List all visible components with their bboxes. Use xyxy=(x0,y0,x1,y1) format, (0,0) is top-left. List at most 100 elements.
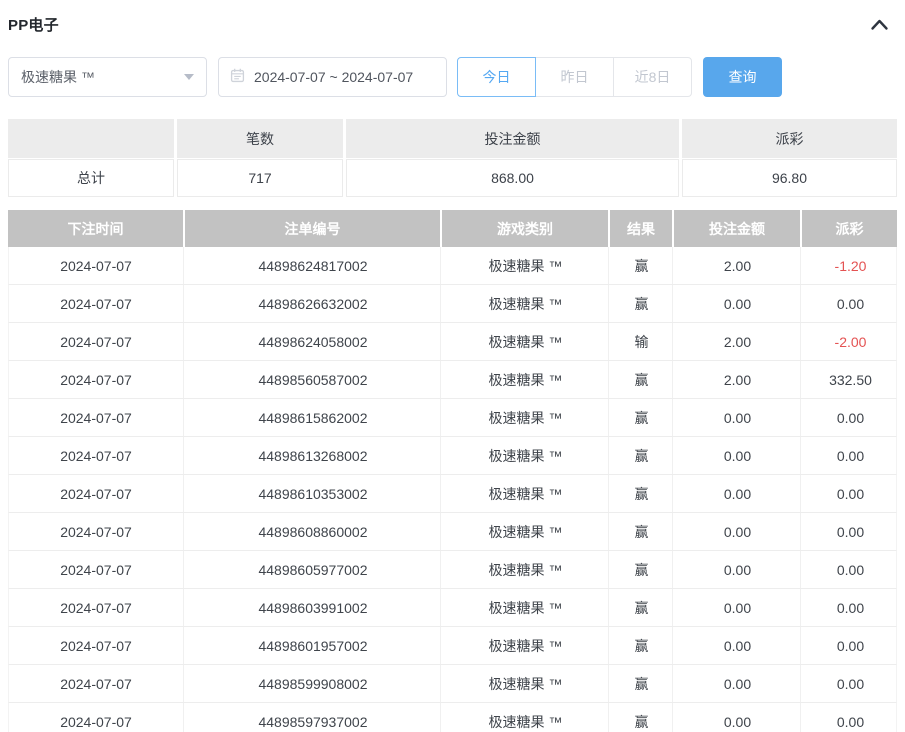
cell-bet-id: 44898626632002 xyxy=(186,285,441,322)
cell-bet-id: 44898601957002 xyxy=(186,627,441,664)
table-row: 2024-07-07 44898560587002 极速糖果 ™ 赢 2.00 … xyxy=(8,361,897,399)
cell-bet-time: 2024-07-07 xyxy=(9,703,184,732)
table-row: 2024-07-07 44898603991002 极速糖果 ™ 赢 0.00 … xyxy=(8,589,897,627)
cell-bet-amount: 0.00 xyxy=(675,703,801,732)
cell-game-type: 极速糖果 ™ xyxy=(443,589,609,626)
cell-bet-id: 44898610353002 xyxy=(186,475,441,512)
table-row: 2024-07-07 44898613268002 极速糖果 ™ 赢 0.00 … xyxy=(8,437,897,475)
cell-payout: 0.00 xyxy=(803,665,898,702)
search-button[interactable]: 查询 xyxy=(703,57,782,97)
chevron-down-icon xyxy=(184,74,194,80)
summary-header-row: 笔数 投注金额 派彩 xyxy=(8,119,897,158)
cell-game-type: 极速糖果 ™ xyxy=(443,551,609,588)
cell-result: 赢 xyxy=(611,551,673,588)
cell-result: 赢 xyxy=(611,399,673,436)
table-row: 2024-07-07 44898608860002 极速糖果 ™ 赢 0.00 … xyxy=(8,513,897,551)
col-result: 结果 xyxy=(610,210,672,247)
date-range-value: 2024-07-07 ~ 2024-07-07 xyxy=(254,69,413,85)
calendar-icon xyxy=(230,68,245,86)
cell-payout: 0.00 xyxy=(803,513,898,550)
cell-payout: -2.00 xyxy=(803,323,898,360)
cell-game-type: 极速糖果 ™ xyxy=(443,323,609,360)
col-bet-amount: 投注金额 xyxy=(674,210,800,247)
cell-bet-amount: 0.00 xyxy=(675,589,801,626)
cell-bet-amount: 0.00 xyxy=(675,665,801,702)
cell-result: 赢 xyxy=(611,627,673,664)
cell-result: 赢 xyxy=(611,665,673,702)
cell-game-type: 极速糖果 ™ xyxy=(443,437,609,474)
cell-bet-id: 44898560587002 xyxy=(186,361,441,398)
cell-bet-id: 44898597937002 xyxy=(186,703,441,732)
cell-game-type: 极速糖果 ™ xyxy=(443,475,609,512)
cell-game-type: 极速糖果 ™ xyxy=(443,361,609,398)
cell-game-type: 极速糖果 ™ xyxy=(443,399,609,436)
cell-game-type: 极速糖果 ™ xyxy=(443,703,609,732)
chevron-up-icon[interactable] xyxy=(870,18,889,31)
cell-bet-id: 44898624817002 xyxy=(186,247,441,284)
cell-game-type: 极速糖果 ™ xyxy=(443,247,609,284)
col-bet-time: 下注时间 xyxy=(8,210,183,247)
cell-payout: 0.00 xyxy=(803,399,898,436)
quick-range-group: 今日 昨日 近8日 xyxy=(457,57,692,97)
cell-bet-time: 2024-07-07 xyxy=(9,399,184,436)
cell-bet-id: 44898605977002 xyxy=(186,551,441,588)
summary-col-payout: 派彩 xyxy=(682,119,897,158)
cell-bet-time: 2024-07-07 xyxy=(9,665,184,702)
cell-bet-time: 2024-07-07 xyxy=(9,437,184,474)
summary-total-label: 总计 xyxy=(8,159,174,197)
cell-bet-time: 2024-07-07 xyxy=(9,323,184,360)
cell-bet-id: 44898613268002 xyxy=(186,437,441,474)
cell-result: 赢 xyxy=(611,589,673,626)
cell-bet-amount: 0.00 xyxy=(675,627,801,664)
date-range-input[interactable]: 2024-07-07 ~ 2024-07-07 xyxy=(218,57,447,97)
col-payout: 派彩 xyxy=(802,210,897,247)
bet-table-header: 下注时间 注单编号 游戏类别 结果 投注金额 派彩 xyxy=(8,210,897,247)
panel-header: PP电子 xyxy=(8,13,897,35)
cell-bet-amount: 0.00 xyxy=(675,437,801,474)
cell-bet-amount: 0.00 xyxy=(675,513,801,550)
game-select[interactable]: 极速糖果 ™ xyxy=(8,57,207,97)
col-game-type: 游戏类别 xyxy=(442,210,608,247)
cell-result: 输 xyxy=(611,323,673,360)
table-row: 2024-07-07 44898610353002 极速糖果 ™ 赢 0.00 … xyxy=(8,475,897,513)
cell-result: 赢 xyxy=(611,475,673,512)
cell-payout: 0.00 xyxy=(803,703,898,732)
cell-game-type: 极速糖果 ™ xyxy=(443,627,609,664)
cell-bet-id: 44898599908002 xyxy=(186,665,441,702)
table-row: 2024-07-07 44898624058002 极速糖果 ™ 输 2.00 … xyxy=(8,323,897,361)
cell-bet-amount: 0.00 xyxy=(675,285,801,322)
last-8-days-button[interactable]: 近8日 xyxy=(613,57,692,97)
table-row: 2024-07-07 44898626632002 极速糖果 ™ 赢 0.00 … xyxy=(8,285,897,323)
cell-result: 赢 xyxy=(611,437,673,474)
summary-total-count: 717 xyxy=(177,159,343,197)
summary-col-bet-amount: 投注金额 xyxy=(346,119,679,158)
cell-bet-id: 44898624058002 xyxy=(186,323,441,360)
yesterday-button[interactable]: 昨日 xyxy=(535,57,614,97)
bet-table-body: 2024-07-07 44898624817002 极速糖果 ™ 赢 2.00 … xyxy=(8,247,897,732)
cell-result: 赢 xyxy=(611,513,673,550)
table-row: 2024-07-07 44898605977002 极速糖果 ™ 赢 0.00 … xyxy=(8,551,897,589)
cell-bet-amount: 0.00 xyxy=(675,475,801,512)
cell-result: 赢 xyxy=(611,361,673,398)
cell-bet-id: 44898608860002 xyxy=(186,513,441,550)
today-button[interactable]: 今日 xyxy=(457,57,536,97)
cell-bet-time: 2024-07-07 xyxy=(9,475,184,512)
cell-payout: 332.50 xyxy=(803,361,898,398)
cell-payout: 0.00 xyxy=(803,589,898,626)
cell-payout: 0.00 xyxy=(803,551,898,588)
cell-bet-time: 2024-07-07 xyxy=(9,627,184,664)
pp-electronic-panel: PP电子 极速糖果 ™ 2024-07-07 ~ 20 xyxy=(0,0,905,732)
summary-table: 笔数 投注金额 派彩 总计 717 868.00 96.80 xyxy=(8,119,897,197)
game-select-value: 极速糖果 ™ xyxy=(21,67,95,87)
cell-result: 赢 xyxy=(611,703,673,732)
table-row: 2024-07-07 44898597937002 极速糖果 ™ 赢 0.00 … xyxy=(8,703,897,732)
bet-table: 下注时间 注单编号 游戏类别 结果 投注金额 派彩 2024-07-07 448… xyxy=(8,210,897,732)
cell-bet-time: 2024-07-07 xyxy=(9,589,184,626)
summary-col-blank xyxy=(8,119,174,158)
cell-bet-time: 2024-07-07 xyxy=(9,247,184,284)
table-row: 2024-07-07 44898599908002 极速糖果 ™ 赢 0.00 … xyxy=(8,665,897,703)
summary-total-bet-amount: 868.00 xyxy=(346,159,679,197)
cell-payout: 0.00 xyxy=(803,475,898,512)
cell-bet-id: 44898603991002 xyxy=(186,589,441,626)
summary-total-row: 总计 717 868.00 96.80 xyxy=(8,159,897,197)
